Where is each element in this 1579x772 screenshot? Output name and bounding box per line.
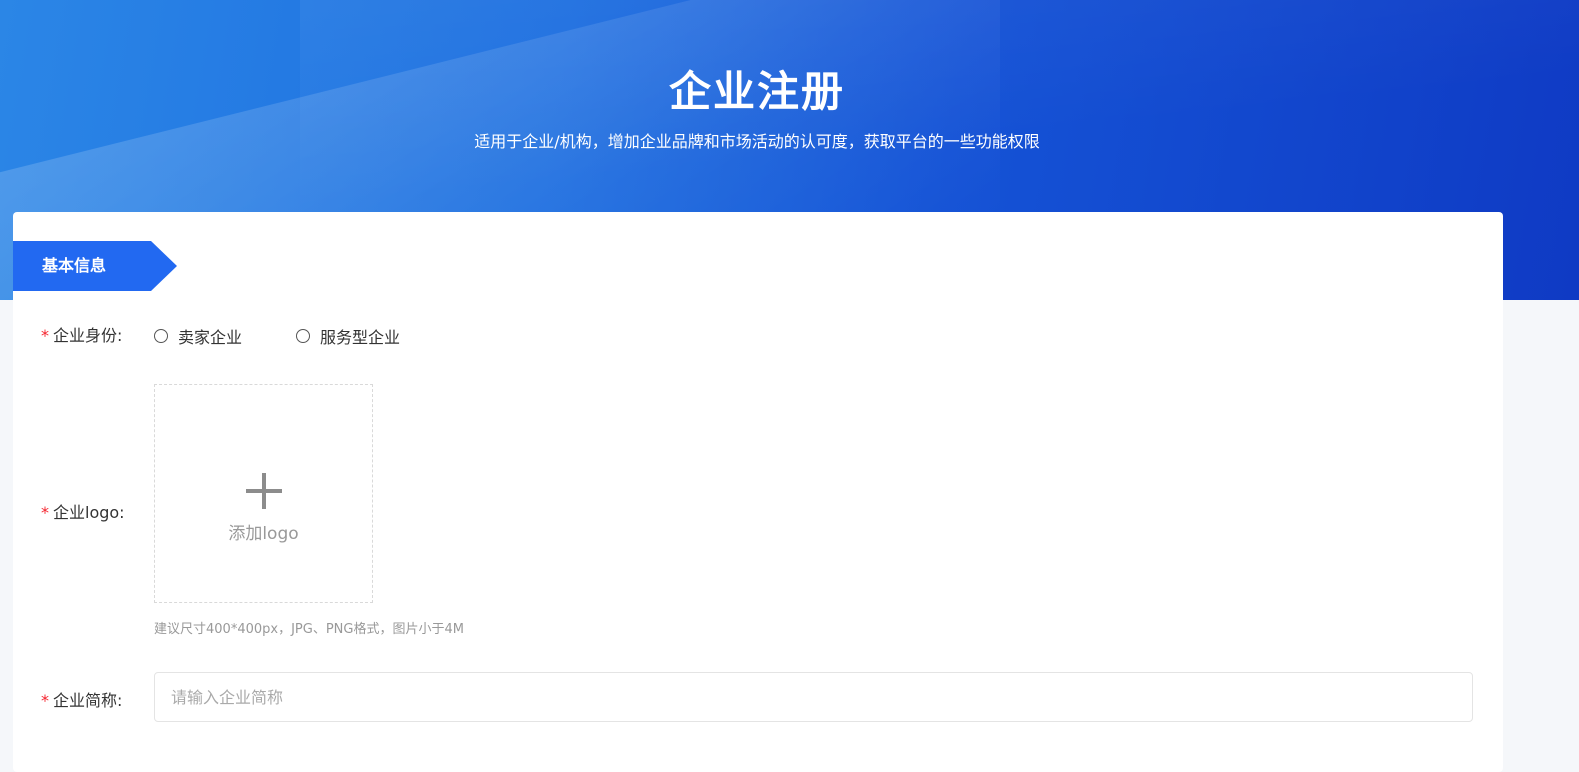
radio-seller-enterprise[interactable]: 卖家企业 [154, 324, 242, 348]
short-name-label-text: 企业简称: [53, 691, 123, 710]
logo-upload-box[interactable]: 添加logo [154, 384, 373, 603]
logo-label: * 企业logo: [41, 499, 125, 523]
plus-icon [246, 473, 282, 509]
radio-label: 卖家企业 [178, 328, 243, 347]
required-mark: * [41, 691, 49, 710]
logo-hint: 建议尺寸400*400px，JPG、PNG格式，图片小于4M [154, 622, 464, 637]
radio-service-enterprise[interactable]: 服务型企业 [296, 324, 400, 348]
logo-label-text: 企业logo: [53, 503, 125, 522]
identity-label: * 企业身份: [41, 322, 122, 346]
identity-radio-group: 卖家企业 服务型企业 [154, 324, 454, 348]
page-subtitle: 适用于企业/机构，增加企业品牌和市场活动的认可度，获取平台的一些功能权限 [474, 132, 1040, 151]
required-mark: * [41, 503, 49, 522]
required-mark: * [41, 326, 49, 345]
short-name-label: * 企业简称: [41, 687, 122, 711]
short-name-input[interactable] [154, 672, 1473, 722]
page-title: 企业注册 [668, 67, 845, 116]
radio-label: 服务型企业 [320, 328, 401, 347]
upload-text: 添加logo [228, 524, 299, 544]
radio-circle-icon[interactable] [154, 329, 168, 343]
identity-label-text: 企业身份: [53, 326, 123, 345]
section-tag-basic-info: 基本信息 [13, 241, 177, 291]
form-card: 基本信息 * 企业身份: 卖家企业 服务型企业 * 企业logo: 添加logo 建… [13, 212, 1503, 772]
radio-circle-icon[interactable] [296, 329, 311, 343]
